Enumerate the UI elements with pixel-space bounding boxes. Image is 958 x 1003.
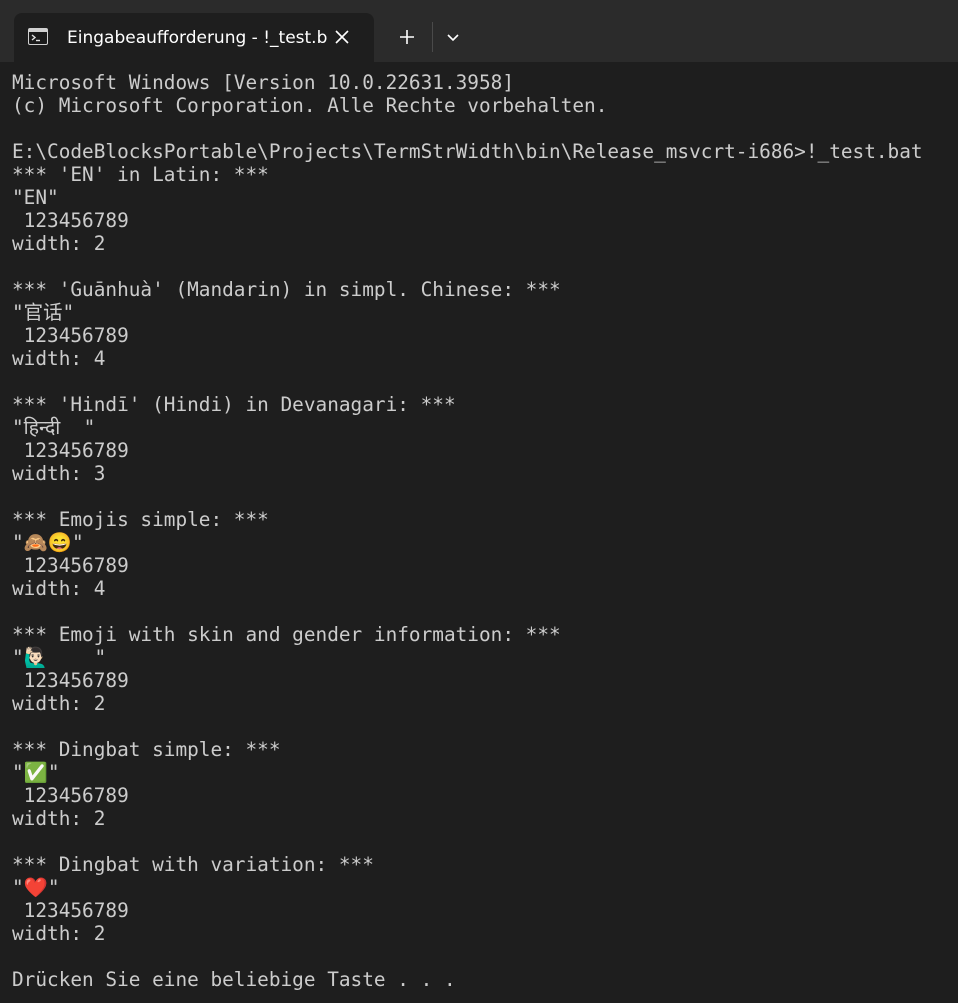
terminal-line: *** 'EN' in Latin: *** <box>12 163 269 186</box>
terminal-line: width: 4 <box>12 347 106 370</box>
tab-command-prompt[interactable]: Eingabeaufforderung - !_test.bat <box>14 13 374 62</box>
terminal-line: 123456789 <box>12 784 129 807</box>
terminal-line: *** Emojis simple: *** <box>12 508 269 531</box>
terminal-line: "❤️" <box>12 876 60 899</box>
terminal-line: width: 2 <box>12 232 106 255</box>
close-icon <box>335 30 349 44</box>
chevron-down-icon <box>447 34 459 42</box>
plus-icon <box>400 30 414 44</box>
terminal-line: 123456789 <box>12 324 129 347</box>
terminal-line: "官话" <box>12 301 75 324</box>
close-tab-button[interactable] <box>328 23 356 51</box>
terminal-line: width: 3 <box>12 462 106 485</box>
terminal-line: "🙋🏻‍♂️ " <box>12 646 107 669</box>
terminal-line: width: 2 <box>12 922 106 945</box>
terminal-line: width: 2 <box>12 692 106 715</box>
tab-dropdown-button[interactable] <box>437 22 469 52</box>
terminal-line: 123456789 <box>12 899 129 922</box>
terminal-line: (c) Microsoft Corporation. Alle Rechte v… <box>12 94 608 117</box>
terminal-line: "🙈😄" <box>12 531 84 554</box>
terminal-line: *** Dingbat with variation: *** <box>12 853 374 876</box>
terminal-line: "EN" <box>12 186 59 209</box>
terminal-line: Drücken Sie eine beliebige Taste . . . <box>12 968 456 991</box>
terminal-line: 123456789 <box>12 554 129 577</box>
terminal-line: "✅" <box>12 761 60 784</box>
terminal-line: *** Emoji with skin and gender informati… <box>12 623 561 646</box>
command-prompt-icon <box>28 28 48 45</box>
terminal-line: E:\CodeBlocksPortable\Projects\TermStrWi… <box>12 140 923 163</box>
terminal-line: "हिन्दी " <box>12 416 96 439</box>
terminal-text: Microsoft Windows [Version 10.0.22631.39… <box>12 71 923 991</box>
terminal-line: *** 'Guānhuà' (Mandarin) in simpl. Chine… <box>12 278 561 301</box>
terminal-line: 123456789 <box>12 209 129 232</box>
terminal-line: width: 2 <box>12 807 106 830</box>
terminal-line: *** 'Hindī' (Hindi) in Devanagari: *** <box>12 393 456 416</box>
toolbar-divider <box>432 22 433 52</box>
terminal-line: 123456789 <box>12 669 129 692</box>
terminal-window: Eingabeaufforderung - !_test.bat Microso… <box>0 0 958 1003</box>
new-tab-button[interactable] <box>391 22 423 52</box>
terminal-line: 123456789 <box>12 439 129 462</box>
terminal-line: width: 4 <box>12 577 106 600</box>
terminal-output[interactable]: Microsoft Windows [Version 10.0.22631.39… <box>0 62 958 1003</box>
title-bar: Eingabeaufforderung - !_test.bat <box>0 0 958 62</box>
terminal-line: *** Dingbat simple: *** <box>12 738 281 761</box>
terminal-line: Microsoft Windows [Version 10.0.22631.39… <box>12 71 514 94</box>
tab-title: Eingabeaufforderung - !_test.bat <box>67 28 327 48</box>
